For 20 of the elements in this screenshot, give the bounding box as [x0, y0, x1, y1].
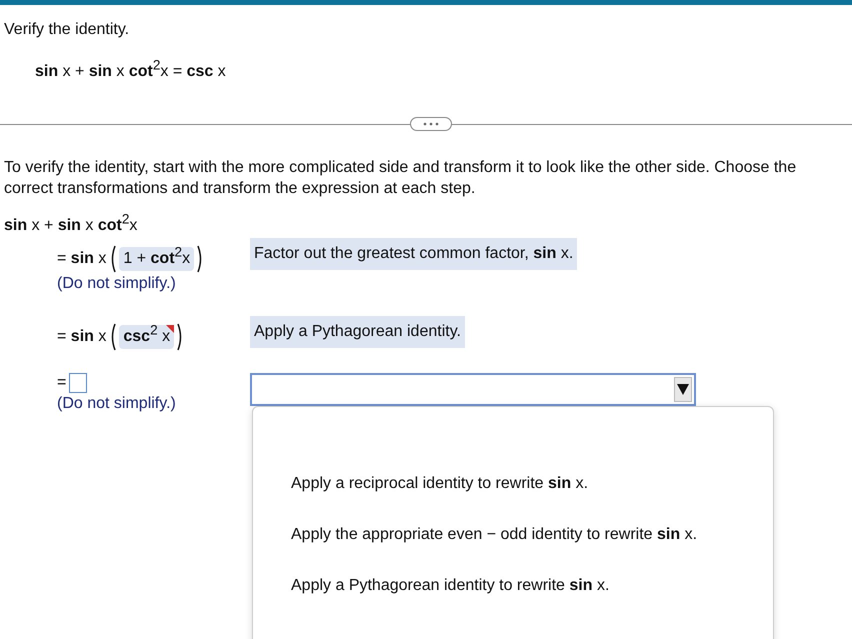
menu-option[interactable]: Apply a reciprocal identity to rewrite sin x.	[291, 475, 588, 493]
hint-text: (Do not simplify.)	[57, 275, 176, 293]
flag-icon	[166, 325, 174, 333]
dots-icon	[423, 122, 439, 126]
math-expression: =	[57, 374, 66, 392]
instructions-text: To verify the identity, start with the more complicated side and transform it to look like the other side. Choose the correct transformations and transform the expression at each step.	[4, 158, 798, 199]
menu-option[interactable]: Apply the appropriate even − odd identity to rewrite sin x.	[291, 526, 698, 544]
more-button[interactable]	[410, 117, 452, 131]
answer-field[interactable]: csc$^{2}$ x	[119, 325, 174, 349]
answer-field[interactable]: 1 + cot$^{2}$x	[119, 247, 194, 271]
hint-text: (Do not simplify.)	[57, 395, 176, 413]
question-title: Verify the identity.	[4, 21, 130, 39]
reason-text: Factor out the greatest common factor, sin x.	[250, 238, 578, 270]
left-parenthesis-icon	[109, 323, 116, 351]
math-expression: = sin x	[57, 328, 106, 346]
answer-field[interactable]	[69, 373, 88, 393]
math-expression: = sin x	[57, 250, 106, 268]
reason-text: Apply a Pythagorean identity.	[250, 316, 465, 348]
menu-option[interactable]: Apply a Pythagorean identity to rewrite sin x.	[291, 577, 610, 595]
left-parenthesis-icon	[109, 245, 116, 273]
